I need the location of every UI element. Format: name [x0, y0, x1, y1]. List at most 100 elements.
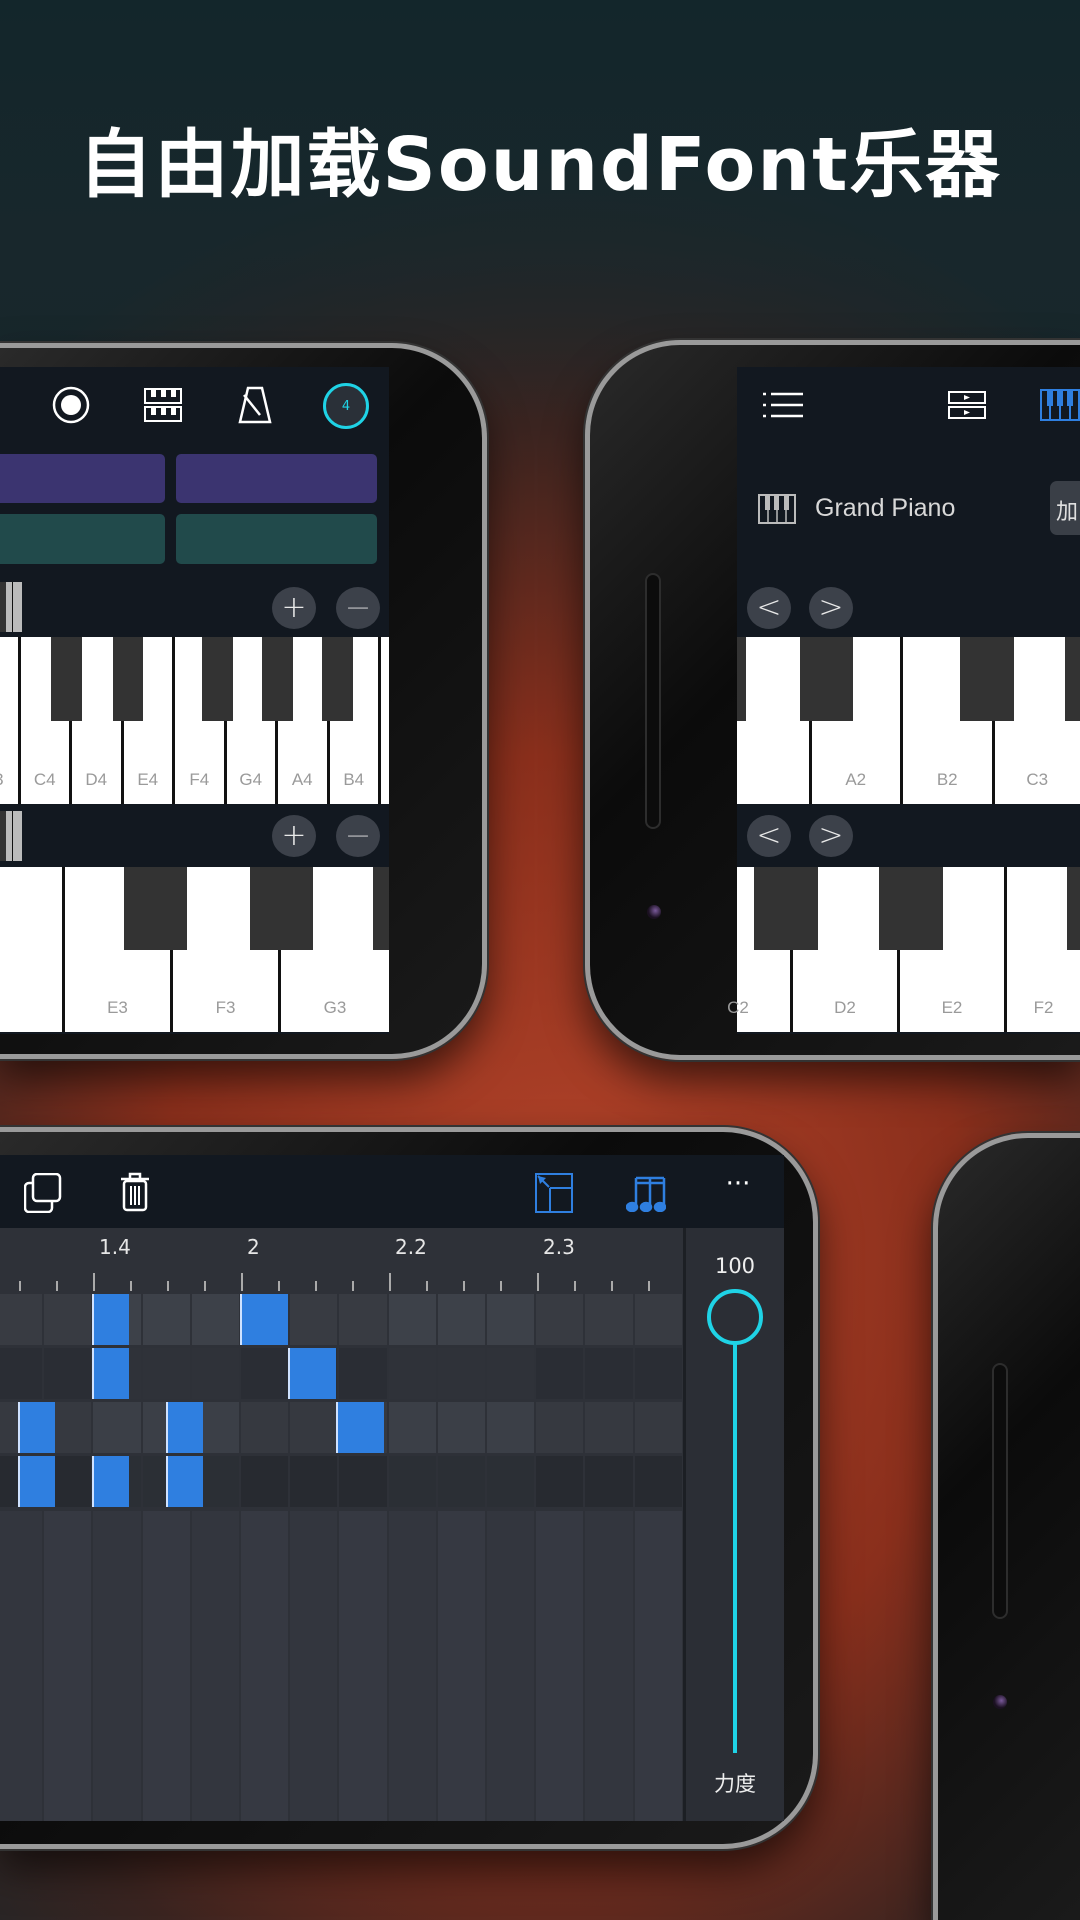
- black-key[interactable]: [737, 637, 746, 721]
- grid-cell[interactable]: [191, 1294, 239, 1345]
- grid-cell[interactable]: [634, 1456, 682, 1507]
- instrument-name[interactable]: Grand Piano: [815, 494, 955, 523]
- trash-icon[interactable]: [120, 1172, 150, 1212]
- keyboard-range-icon[interactable]: [0, 811, 22, 861]
- grid-column[interactable]: [191, 1511, 239, 1821]
- white-key[interactable]: [0, 867, 65, 1032]
- note-block[interactable]: [240, 1294, 289, 1345]
- octave-next-button[interactable]: >: [809, 587, 853, 629]
- grid-cell[interactable]: [536, 1294, 584, 1345]
- note-block[interactable]: [92, 1456, 129, 1507]
- black-key[interactable]: [124, 867, 187, 950]
- grid-cell[interactable]: [536, 1402, 584, 1453]
- grid-cell[interactable]: [634, 1294, 682, 1345]
- note-block[interactable]: [18, 1402, 55, 1453]
- black-key[interactable]: [1065, 637, 1080, 721]
- menu-list-icon[interactable]: [763, 391, 803, 419]
- note-block[interactable]: [18, 1456, 55, 1507]
- load-soundfont-button[interactable]: 加: [1050, 481, 1080, 535]
- grid-column[interactable]: [585, 1511, 633, 1821]
- grid-cell[interactable]: [634, 1348, 682, 1399]
- black-key[interactable]: [202, 637, 233, 721]
- grid-cell[interactable]: [44, 1348, 92, 1399]
- grid-cell[interactable]: [0, 1348, 43, 1399]
- grid-cell[interactable]: [241, 1456, 289, 1507]
- grid-cell[interactable]: [241, 1348, 289, 1399]
- piano-keyboard[interactable]: E3 F3 G3: [0, 867, 389, 1032]
- dual-keyboard-icon[interactable]: [144, 388, 182, 422]
- grid-cell[interactable]: [585, 1348, 633, 1399]
- grid-cell[interactable]: [241, 1402, 289, 1453]
- zoom-out-button[interactable]: —: [336, 587, 380, 629]
- black-key[interactable]: [262, 637, 293, 721]
- black-key[interactable]: [322, 637, 353, 721]
- timeline-ruler[interactable]: 1.4 2 2.2 2.3: [0, 1228, 683, 1292]
- grid-cell[interactable]: [0, 1294, 43, 1345]
- black-key[interactable]: [879, 867, 943, 950]
- note-block[interactable]: [166, 1402, 203, 1453]
- more-button[interactable]: ···: [718, 1169, 758, 1209]
- piano-keys-icon[interactable]: [1040, 389, 1080, 421]
- grid-cell[interactable]: [585, 1402, 633, 1453]
- piano-keyboard[interactable]: A2 B2 C3: [737, 637, 1080, 804]
- note-length-icon[interactable]: [626, 1174, 666, 1212]
- grid-cell[interactable]: [339, 1348, 387, 1399]
- grid-cell[interactable]: [585, 1294, 633, 1345]
- note-block[interactable]: [92, 1294, 129, 1345]
- zoom-out-button[interactable]: —: [336, 815, 380, 857]
- copy-icon[interactable]: [24, 1173, 62, 1213]
- grid-cell[interactable]: [290, 1294, 338, 1345]
- black-key[interactable]: [800, 637, 853, 721]
- grid-cell[interactable]: [536, 1348, 584, 1399]
- octave-prev-button[interactable]: <: [747, 815, 791, 857]
- grid-cell[interactable]: [142, 1348, 190, 1399]
- grid-cell[interactable]: [487, 1456, 535, 1507]
- grid-cell[interactable]: [388, 1348, 436, 1399]
- black-key[interactable]: [250, 867, 313, 950]
- grid-cell[interactable]: [388, 1456, 436, 1507]
- grid-column[interactable]: [44, 1511, 92, 1821]
- grid-column[interactable]: [339, 1511, 387, 1821]
- track-clip[interactable]: [176, 454, 377, 503]
- grid-column[interactable]: [388, 1511, 436, 1821]
- grid-column[interactable]: [93, 1511, 141, 1821]
- grid-cell[interactable]: [142, 1294, 190, 1345]
- black-key[interactable]: [1067, 867, 1080, 950]
- black-key[interactable]: [960, 637, 1014, 721]
- grid-column[interactable]: [487, 1511, 535, 1821]
- grid-cell[interactable]: [487, 1348, 535, 1399]
- note-block[interactable]: [336, 1402, 385, 1453]
- grid-cell[interactable]: [536, 1456, 584, 1507]
- black-key[interactable]: [113, 637, 143, 721]
- grid-column[interactable]: [536, 1511, 584, 1821]
- black-key[interactable]: [373, 867, 389, 950]
- note-block[interactable]: [166, 1456, 203, 1507]
- grid-cell[interactable]: [44, 1294, 92, 1345]
- octave-prev-button[interactable]: <: [747, 587, 791, 629]
- grid-column[interactable]: [241, 1511, 289, 1821]
- grid-column[interactable]: [290, 1511, 338, 1821]
- track-clip[interactable]: [176, 514, 377, 564]
- note-block[interactable]: [92, 1348, 129, 1399]
- record-icon[interactable]: [51, 385, 91, 425]
- grid-column[interactable]: [634, 1511, 682, 1821]
- grid-column[interactable]: [142, 1511, 190, 1821]
- grid-cell[interactable]: [487, 1294, 535, 1345]
- keyboard-range-icon[interactable]: [0, 582, 22, 632]
- grid-cell[interactable]: [437, 1402, 485, 1453]
- zoom-in-button[interactable]: +: [272, 587, 316, 629]
- grid-cell[interactable]: [191, 1348, 239, 1399]
- grid-cell[interactable]: [93, 1402, 141, 1453]
- track-clip[interactable]: [0, 514, 165, 564]
- white-key[interactable]: B3: [0, 637, 21, 804]
- velocity-slider-handle[interactable]: [707, 1289, 763, 1345]
- black-key[interactable]: [754, 867, 818, 950]
- grid-column[interactable]: [0, 1511, 43, 1821]
- metronome-icon[interactable]: [238, 385, 272, 425]
- zoom-in-button[interactable]: +: [272, 815, 316, 857]
- grid-cell[interactable]: [290, 1402, 338, 1453]
- grid-cell[interactable]: [634, 1402, 682, 1453]
- select-region-icon[interactable]: [535, 1173, 573, 1213]
- grid-cell[interactable]: [585, 1456, 633, 1507]
- piano-keyboard[interactable]: B3 C4 D4 E4 F4 G4 A4 B4: [0, 637, 389, 804]
